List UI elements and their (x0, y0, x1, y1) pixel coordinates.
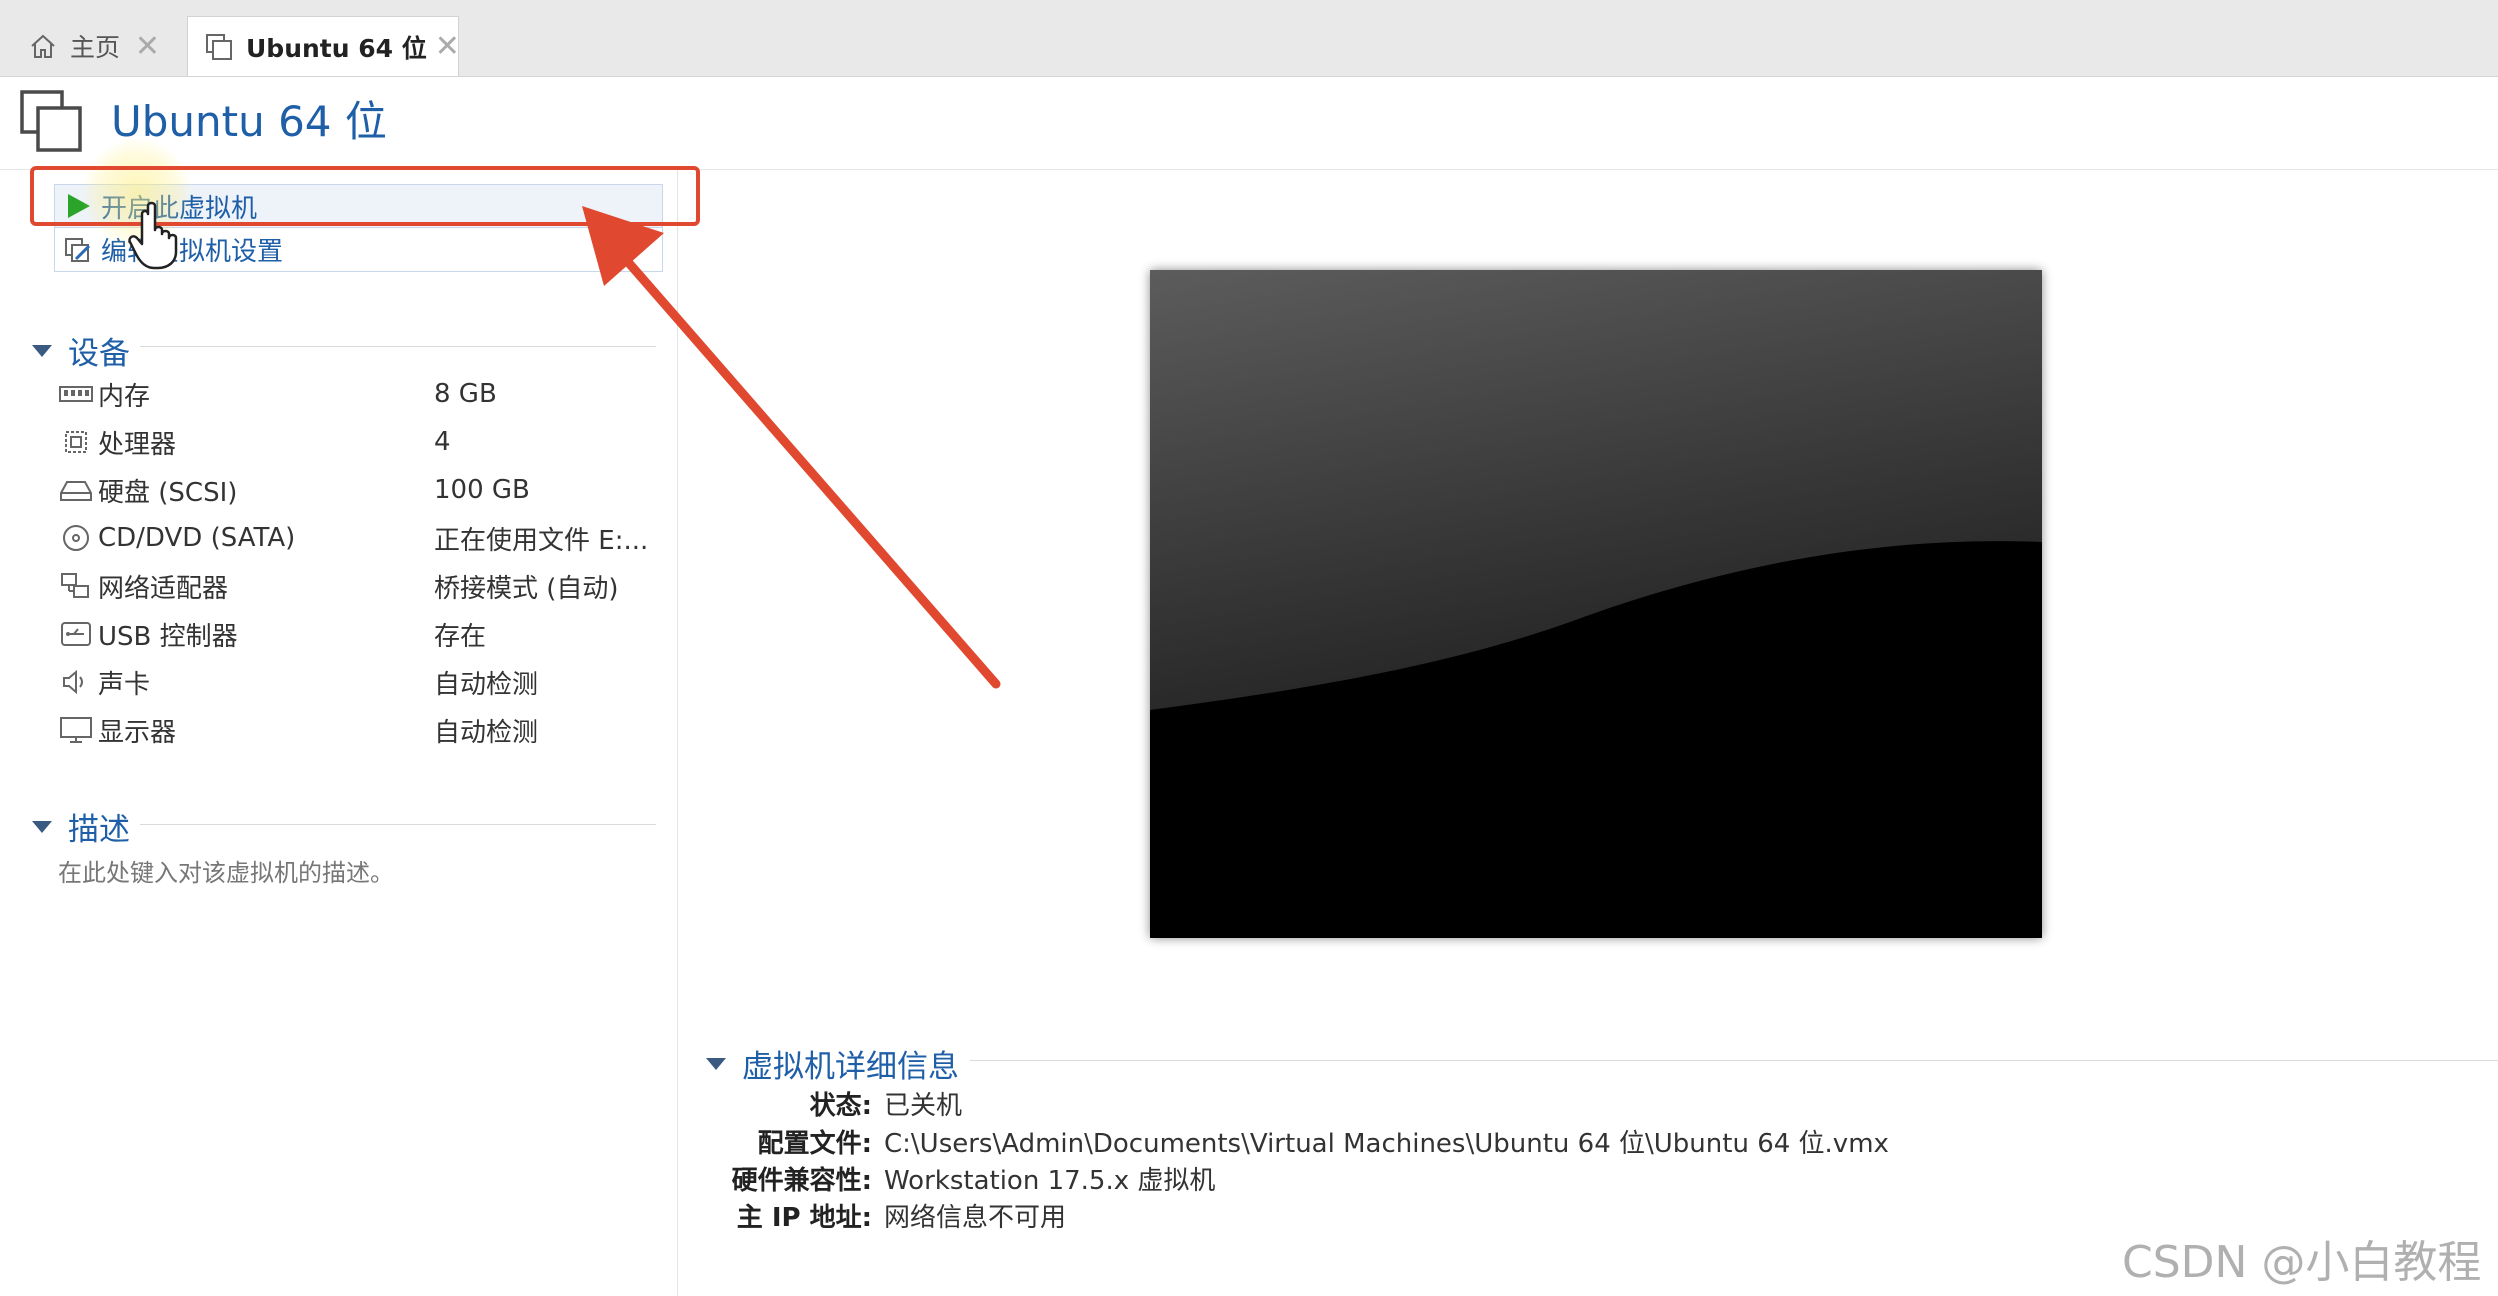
watermark: CSDN @小白教程 (2122, 1237, 2482, 1288)
device-value: 存在 (434, 621, 487, 652)
device-name: 网络适配器 (98, 573, 229, 604)
device-row-memory[interactable]: 内存 8 GB (58, 370, 658, 418)
vm-details-section-header[interactable]: 虚拟机详细信息 (706, 1041, 959, 1086)
detail-label: 状态: (809, 1090, 872, 1121)
preview-gloss (1150, 270, 2042, 938)
device-value: 自动检测 (434, 669, 539, 700)
network-icon (61, 573, 89, 598)
tab-vm-label: Ubuntu 64 位 (246, 33, 427, 63)
device-row-harddisk[interactable]: 硬盘 (SCSI) 100 GB (58, 466, 658, 514)
detail-label: 配置文件: (757, 1128, 872, 1159)
device-value: 8 GB (434, 379, 497, 409)
sound-icon (63, 669, 83, 695)
detail-value: C:\Users\Admin\Documents\Virtual Machine… (884, 1128, 1889, 1159)
vm-large-icon (20, 90, 82, 152)
device-row-processor[interactable]: 处理器 4 (58, 418, 658, 466)
detail-row-hardware-compat: 硬件兼容性: Workstation 17.5.x 虚拟机 (700, 1159, 1216, 1197)
device-row-sound[interactable]: 声卡 自动检测 (58, 658, 658, 706)
description-header-label: 描述 (68, 812, 130, 848)
device-value: 4 (434, 427, 451, 457)
device-row-cd-dvd[interactable]: CD/DVD (SATA) 正在使用文件 E:... (58, 514, 658, 562)
device-value: 正在使用文件 E:... (434, 525, 649, 556)
description-input[interactable]: 在此处键入对该虚拟机的描述。 (58, 853, 394, 888)
left-panel: 开启此虚拟机 编辑虚拟机设置 设备 内存 8 GB 处理器 4 (0, 170, 678, 1296)
home-icon (31, 34, 55, 58)
detail-row-ip-address: 主 IP 地址: 网络信息不可用 (700, 1196, 1066, 1234)
device-name: USB 控制器 (98, 621, 238, 652)
device-name: 处理器 (98, 429, 177, 460)
tab-home[interactable]: 主页 ✕ (12, 16, 176, 76)
device-name: 显示器 (98, 717, 177, 748)
collapse-caret-icon (32, 344, 52, 357)
detail-value: 已关机 (884, 1090, 963, 1121)
device-name: 内存 (98, 381, 151, 412)
device-value: 桥接模式 (自动) (434, 573, 619, 604)
detail-label: 硬件兼容性: (731, 1165, 872, 1196)
usb-icon (61, 622, 91, 646)
cd-icon (63, 525, 89, 551)
processor-icon (65, 431, 87, 453)
device-row-usb[interactable]: USB 控制器 存在 (58, 610, 658, 658)
section-divider (140, 824, 656, 825)
detail-value: Workstation 17.5.x 虚拟机 (884, 1165, 1216, 1196)
close-icon[interactable]: ✕ (135, 29, 160, 64)
harddisk-icon (60, 481, 92, 501)
vm-preview-thumbnail[interactable] (1150, 270, 2042, 938)
section-divider (140, 346, 656, 347)
device-value: 100 GB (434, 475, 530, 505)
vm-icon (206, 33, 232, 60)
device-row-network[interactable]: 网络适配器 桥接模式 (自动) (58, 562, 658, 610)
detail-row-config-file: 配置文件: C:\Users\Admin\Documents\Virtual M… (700, 1122, 1889, 1160)
edit-settings-icon (65, 237, 91, 262)
tab-ubuntu-vm[interactable]: Ubuntu 64 位 ✕ (187, 16, 460, 76)
display-icon (60, 717, 92, 743)
device-name: CD/DVD (SATA) (98, 523, 296, 553)
vm-details-header-label: 虚拟机详细信息 (742, 1049, 959, 1085)
collapse-caret-icon (32, 820, 52, 833)
device-value: 自动检测 (434, 717, 539, 748)
collapse-caret-icon (706, 1057, 726, 1070)
description-section-header[interactable]: 描述 (32, 804, 130, 849)
tab-home-label: 主页 (70, 33, 121, 62)
hand-cursor-icon (128, 201, 178, 270)
close-icon[interactable]: ✕ (435, 29, 460, 64)
devices-section-header[interactable]: 设备 (32, 328, 130, 373)
tab-bar: 主页 ✕ Ubuntu 64 位 ✕ (0, 0, 2498, 77)
detail-row-status: 状态: 已关机 (700, 1084, 962, 1122)
section-divider (970, 1060, 2498, 1061)
device-row-display[interactable]: 显示器 自动检测 (58, 706, 658, 754)
memory-icon (59, 386, 93, 402)
detail-value: 网络信息不可用 (884, 1202, 1067, 1233)
detail-label: 主 IP 地址: (736, 1202, 872, 1233)
device-name: 声卡 (98, 669, 151, 700)
device-name: 硬盘 (SCSI) (98, 477, 238, 508)
devices-header-label: 设备 (68, 336, 130, 372)
